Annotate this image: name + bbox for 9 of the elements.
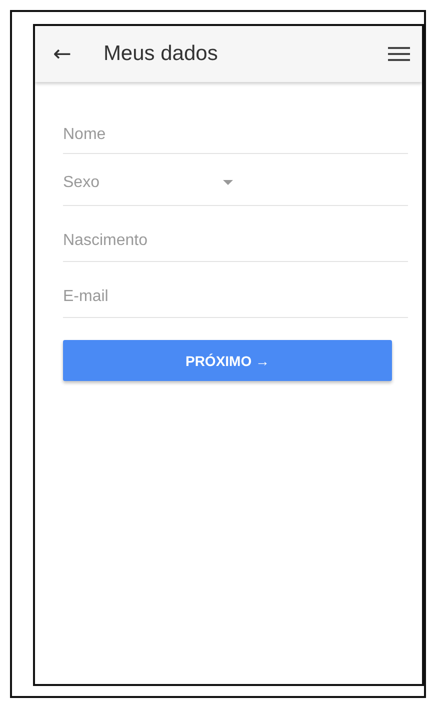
next-button[interactable]: PRÓXIMO →	[63, 340, 392, 381]
screen-title: Meus dados	[103, 42, 219, 66]
back-button[interactable]: ←	[45, 42, 80, 66]
input-field[interactable]: Nascimento	[63, 206, 408, 261]
caret-icon	[223, 180, 233, 185]
select-field[interactable]: Sexo	[63, 154, 233, 205]
menu-icon[interactable]	[388, 46, 410, 62]
input-field[interactable]: E-mail	[63, 262, 408, 317]
input-field[interactable]: Nome	[63, 102, 408, 153]
